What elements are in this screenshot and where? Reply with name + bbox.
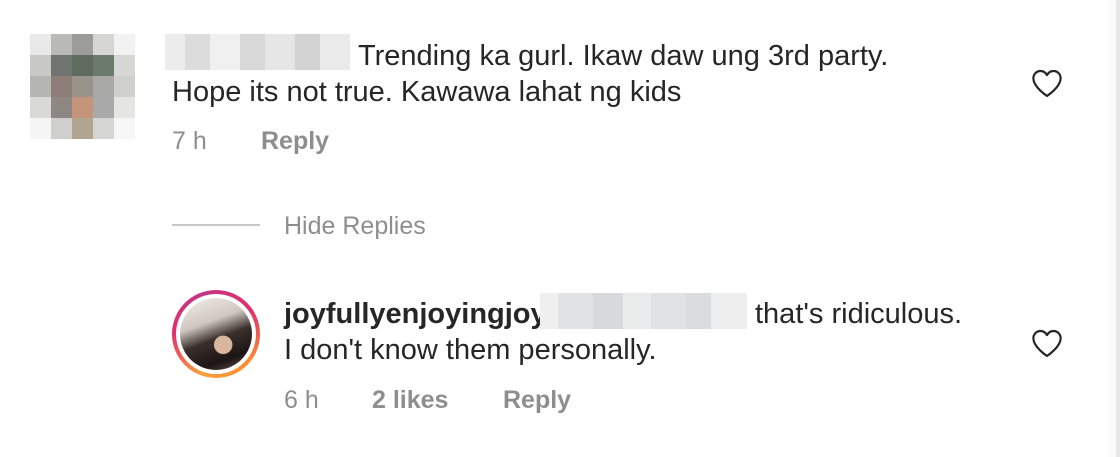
redacted-username	[165, 34, 350, 70]
heart-outline-icon[interactable]	[1030, 328, 1064, 358]
replies-divider	[172, 224, 260, 226]
profile-photo	[180, 298, 252, 370]
reply-text-line2: I don't know them personally.	[284, 334, 657, 366]
comment-timestamp: 7 h	[172, 127, 207, 155]
blurred-avatar[interactable]	[30, 34, 135, 139]
reply-username[interactable]: joyfullyenjoyingjoy	[284, 296, 547, 332]
heart-outline-icon[interactable]	[1030, 68, 1064, 98]
reply-reply-button[interactable]: Reply	[503, 385, 571, 415]
reply-likes-count[interactable]: 2 likes	[372, 385, 448, 415]
reply-timestamp: 6 h	[284, 386, 319, 414]
reply-avatar[interactable]	[172, 290, 260, 378]
comment-text-line1: Trending ka gurl. Ikaw daw ung 3rd party…	[358, 40, 889, 72]
reply-button[interactable]: Reply	[261, 126, 329, 156]
reply-text-line1: that's ridiculous.	[755, 298, 963, 330]
scrollbar[interactable]	[1108, 0, 1120, 457]
redacted-mention	[540, 293, 747, 329]
hide-replies-button[interactable]: Hide Replies	[284, 211, 426, 241]
comment-thread: Trending ka gurl. Ikaw daw ung 3rd party…	[0, 0, 1120, 457]
comment-text-line2: Hope its not true. Kawawa lahat ng kids	[172, 76, 682, 108]
